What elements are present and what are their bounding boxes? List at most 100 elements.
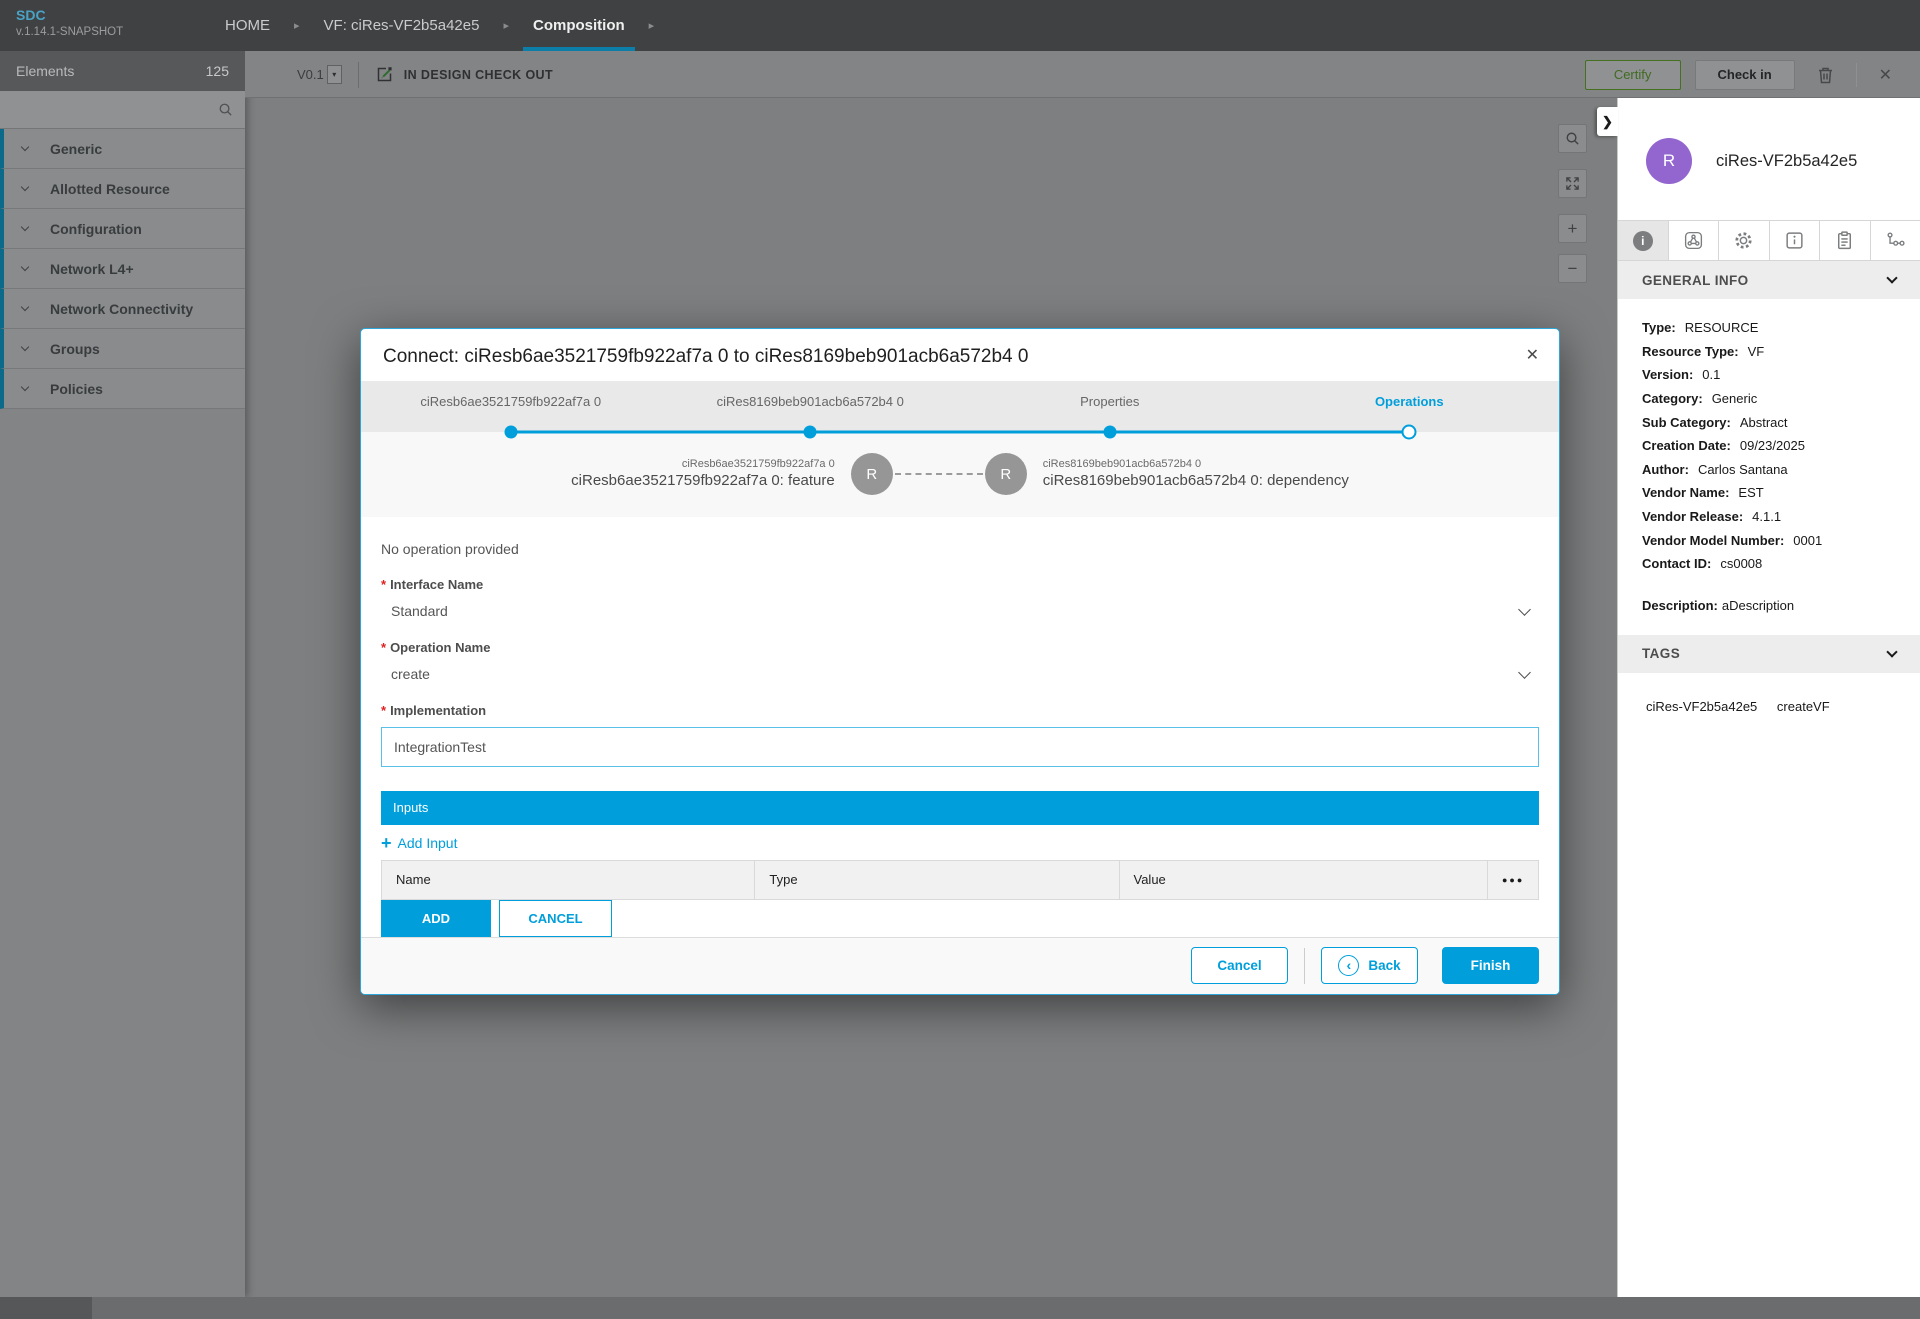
- elements-title: Elements: [16, 63, 206, 79]
- fit-to-screen-button[interactable]: [1558, 169, 1587, 198]
- general-info-section-header[interactable]: GENERAL INFO: [1618, 261, 1920, 299]
- tab-deployment-artifacts[interactable]: [1820, 221, 1871, 260]
- composition-toolbar: V0.1 ▾ IN DESIGN CHECK OUT Certify Check…: [245, 51, 1920, 98]
- bottom-left-block: [0, 1297, 92, 1319]
- bottom-status-bar: [0, 1297, 1920, 1319]
- wizard-steps: ciResb6ae3521759fb922af7a 0 ciRes8169beb…: [361, 381, 1559, 432]
- elements-palette-header: Elements 125: [0, 51, 245, 91]
- breadcrumb-vf[interactable]: VF: ciRes-VF2b5a42e5: [314, 0, 490, 51]
- version-label: V0.1: [297, 67, 324, 82]
- cancel-button[interactable]: Cancel: [1191, 947, 1288, 984]
- sidebar-item-groups[interactable]: Groups: [0, 329, 245, 369]
- operation-name-select[interactable]: create: [381, 664, 1539, 690]
- operation-name-label: *Operation Name: [381, 640, 1539, 655]
- breadcrumb-home[interactable]: HOME: [215, 0, 280, 51]
- sidebar-item-label: Network L4+: [50, 261, 134, 277]
- modal-title-bar: Connect: ciResb6ae3521759fb922af7a 0 to …: [361, 329, 1559, 381]
- chevron-down-icon: [21, 183, 29, 191]
- relationship-from: ciResb6ae3521759fb922af7a 0 ciResb6ae352…: [571, 458, 835, 491]
- inputs-table-header: Name Type Value ●●●: [381, 860, 1539, 900]
- avatar: R: [1646, 138, 1692, 184]
- sidebar-item-network-connectivity[interactable]: Network Connectivity: [0, 289, 245, 329]
- minus-icon: −: [1568, 259, 1578, 279]
- chevron-down-icon: [21, 343, 29, 351]
- zoom-out-button[interactable]: −: [1558, 254, 1587, 283]
- breadcrumb-composition[interactable]: Composition: [523, 0, 635, 51]
- modal-title: Connect: ciResb6ae3521759fb922af7a 0 to …: [383, 346, 1028, 367]
- cancel-input-button[interactable]: CANCEL: [499, 900, 612, 937]
- chevron-down-icon: [21, 303, 29, 311]
- tags-list: ciRes-VF2b5a42e5 createVF: [1618, 673, 1920, 714]
- back-label: Back: [1368, 958, 1400, 973]
- toolbar-divider: [1856, 63, 1857, 87]
- back-chevron-icon: ‹: [1338, 955, 1359, 976]
- check-in-button[interactable]: Check in: [1695, 60, 1795, 90]
- canvas-zoom-controls: + −: [1558, 124, 1587, 294]
- interface-name-value: Standard: [381, 601, 1539, 627]
- chevron-down-icon: [1886, 272, 1897, 283]
- relationship-to-name: ciRes8169beb901acb6a572b4 0: [1043, 458, 1349, 472]
- close-composition-button[interactable]: ✕: [1879, 65, 1892, 85]
- certify-button[interactable]: Certify: [1585, 60, 1681, 90]
- required-mark: *: [381, 640, 386, 655]
- chevron-down-icon: [21, 263, 29, 271]
- table-menu-dots[interactable]: ●●●: [1488, 861, 1538, 899]
- tags-title: TAGS: [1642, 646, 1888, 661]
- chevron-right-icon: ❯: [1602, 114, 1613, 130]
- wizard-step-dot: [804, 425, 817, 438]
- close-icon[interactable]: ✕: [1526, 345, 1539, 365]
- relationship-to: ciRes8169beb901acb6a572b4 0 ciRes8169beb…: [1043, 458, 1349, 491]
- caret-down-icon: ▾: [332, 70, 336, 79]
- sidebar-item-configuration[interactable]: Configuration: [0, 209, 245, 249]
- sidebar-item-policies[interactable]: Policies: [0, 369, 245, 409]
- wizard-step-to[interactable]: ciRes8169beb901acb6a572b4 0: [661, 381, 961, 432]
- relationship-from-name: ciResb6ae3521759fb922af7a 0: [571, 458, 835, 472]
- search-icon: [1565, 131, 1580, 146]
- tab-information-artifacts[interactable]: [1770, 221, 1821, 260]
- tab-composition[interactable]: [1669, 221, 1720, 260]
- composition-icon: [1683, 230, 1704, 251]
- tab-settings[interactable]: [1719, 221, 1770, 260]
- graph-nodes-icon: [1885, 230, 1906, 251]
- delete-button[interactable]: [1817, 66, 1834, 84]
- panel-collapse-button[interactable]: ❯: [1597, 107, 1618, 136]
- implementation-label: *Implementation: [381, 703, 1539, 718]
- tab-general-info[interactable]: i: [1618, 221, 1669, 260]
- general-info-fields: Type:RESOURCE Resource Type:VF Version:0…: [1618, 299, 1920, 613]
- column-value: Value: [1120, 861, 1489, 899]
- lifecycle-status-label: IN DESIGN CHECK OUT: [404, 68, 553, 82]
- finish-button[interactable]: Finish: [1442, 947, 1539, 984]
- zoom-in-button[interactable]: +: [1558, 214, 1587, 243]
- info-square-icon: [1784, 230, 1805, 251]
- version-dropdown[interactable]: ▾: [327, 65, 342, 84]
- elements-palette: Elements 125 Generic Allotted Resource C…: [0, 51, 245, 1297]
- sidebar-item-label: Configuration: [50, 221, 142, 237]
- field-sub-category: Sub Category:Abstract: [1642, 416, 1896, 430]
- wizard-step-from[interactable]: ciResb6ae3521759fb922af7a 0: [361, 381, 661, 432]
- sidebar-item-label: Allotted Resource: [50, 181, 170, 197]
- sidebar-item-allotted-resource[interactable]: Allotted Resource: [0, 169, 245, 209]
- palette-search: [0, 91, 245, 129]
- field-category: Category:Generic: [1642, 392, 1896, 406]
- wizard-step-properties[interactable]: Properties: [960, 381, 1260, 432]
- chevron-down-icon: [21, 383, 29, 391]
- palette-search-input[interactable]: [0, 91, 245, 128]
- implementation-input[interactable]: [381, 727, 1539, 767]
- tab-requirements-capabilities[interactable]: [1871, 221, 1920, 260]
- info-icon: i: [1633, 231, 1653, 251]
- tags-section-header[interactable]: TAGS: [1618, 635, 1920, 673]
- column-name: Name: [382, 861, 755, 899]
- back-button[interactable]: ‹ Back: [1321, 947, 1418, 984]
- required-mark: *: [381, 577, 386, 592]
- inputs-section-header: Inputs: [381, 791, 1539, 825]
- add-button[interactable]: ADD: [381, 900, 491, 937]
- breadcrumb-arrow-icon: ▸: [489, 0, 523, 51]
- footer-divider: [1304, 948, 1305, 984]
- sidebar-item-generic[interactable]: Generic: [0, 129, 245, 169]
- canvas-search-button[interactable]: [1558, 124, 1587, 153]
- sidebar-item-network-l4[interactable]: Network L4+: [0, 249, 245, 289]
- connect-wizard-modal: Connect: ciResb6ae3521759fb922af7a 0 to …: [360, 328, 1560, 995]
- add-input-link[interactable]: + Add Input: [381, 834, 457, 852]
- interface-name-select[interactable]: Standard: [381, 601, 1539, 627]
- relationship-dashed-link: [895, 473, 983, 475]
